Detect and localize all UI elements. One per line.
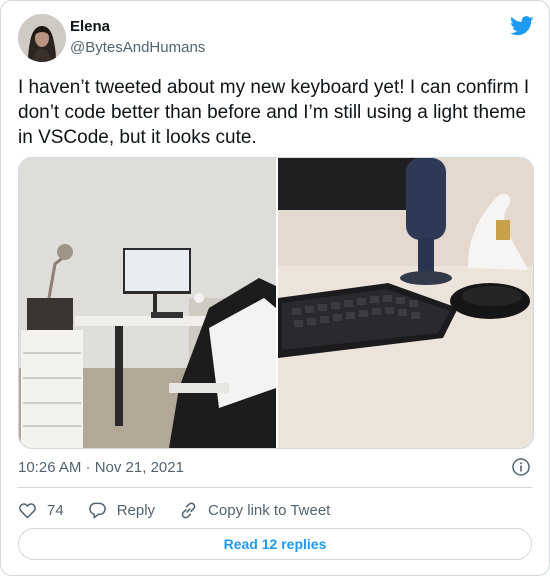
like-button[interactable]: 74 bbox=[18, 501, 64, 520]
reply-label: Reply bbox=[116, 501, 156, 519]
tweet-card: Elena @BytesAndHumans I haven’t tweeted … bbox=[0, 0, 550, 576]
photo-desk-setup[interactable] bbox=[19, 158, 276, 448]
author-handle[interactable]: @BytesAndHumans bbox=[70, 39, 205, 56]
author-name[interactable]: Elena bbox=[70, 18, 110, 35]
copy-link-label: Copy link to Tweet bbox=[208, 501, 331, 519]
info-icon[interactable] bbox=[512, 458, 530, 476]
like-count: 74 bbox=[47, 501, 64, 519]
action-bar: 74 Reply Copy link to Tweet bbox=[18, 499, 330, 521]
tweet-media[interactable] bbox=[18, 157, 534, 449]
twitter-bird-icon[interactable] bbox=[510, 16, 534, 36]
photo-keyboard-closeup[interactable] bbox=[278, 158, 533, 448]
copy-link-button[interactable]: Copy link to Tweet bbox=[179, 501, 330, 520]
tweet-timestamp[interactable]: 10:26 AM · Nov 21, 2021 bbox=[18, 459, 184, 476]
link-icon bbox=[181, 502, 196, 518]
avatar-image bbox=[18, 14, 66, 62]
heart-icon bbox=[19, 502, 36, 518]
reply-button[interactable]: Reply bbox=[88, 501, 155, 520]
photo-desk-setup-image bbox=[19, 158, 276, 448]
photo-keyboard-closeup-image bbox=[278, 158, 533, 448]
avatar[interactable] bbox=[18, 14, 66, 62]
tweet-text: I haven’t tweeted about my new keyboard … bbox=[18, 77, 530, 148]
divider bbox=[18, 487, 532, 488]
reply-icon bbox=[88, 502, 106, 518]
read-replies-button[interactable]: Read 12 replies bbox=[18, 528, 532, 560]
